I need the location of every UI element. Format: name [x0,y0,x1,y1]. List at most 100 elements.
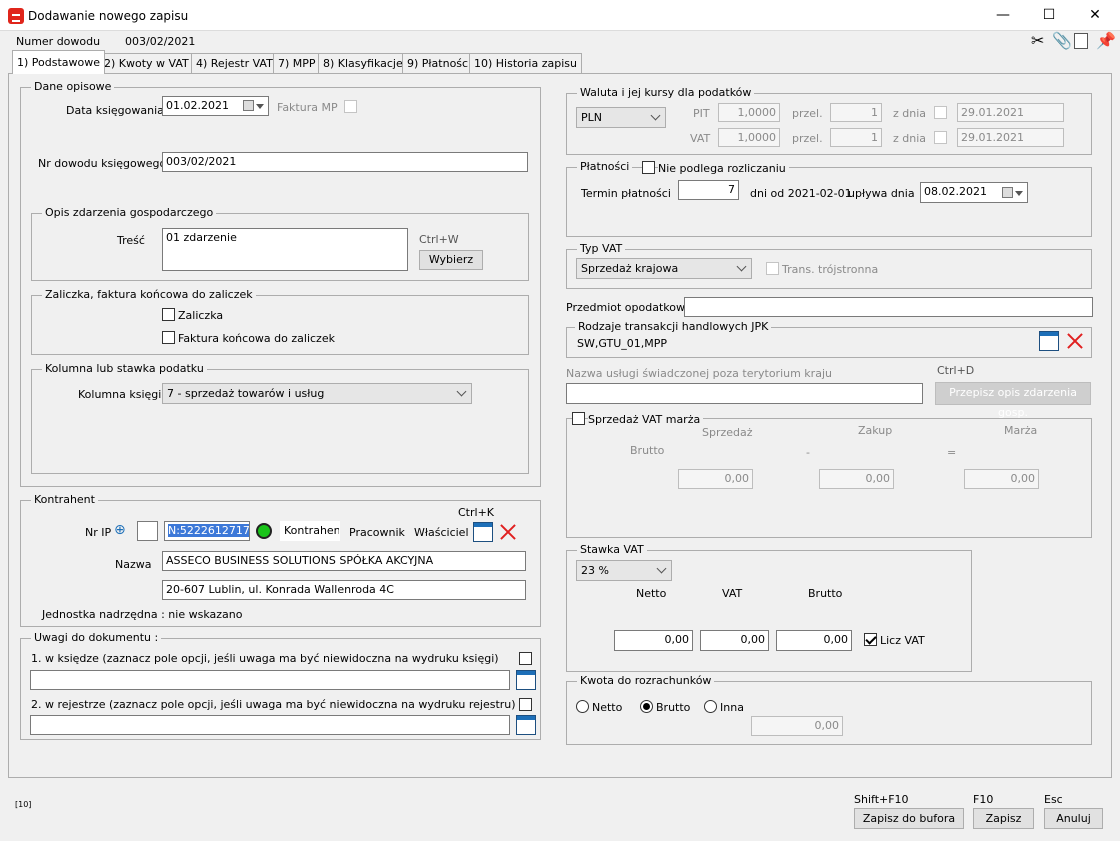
vat-przel-input[interactable]: 1 [830,128,882,147]
nazwa-input[interactable]: ASSECO BUSINESS SOLUTIONS SPÓŁKA AKCYJNA [162,551,526,571]
esc-shortcut: Esc [1044,793,1063,806]
clear-x-icon[interactable] [498,522,518,542]
brutto-radio-label: Brutto [656,701,691,714]
nr-dowodu-input[interactable]: 003/02/2021 [162,152,528,172]
tresc-textarea[interactable]: 01 zdarzenie [162,228,408,271]
brutto-radio[interactable] [640,700,653,713]
calendar-icon[interactable] [1002,187,1013,198]
uwagi-line1-checkbox[interactable] [519,652,532,665]
pit-label: PIT [693,107,710,120]
maximize-button[interactable]: ☐ [1026,0,1072,30]
nazwa-uslugi-label: Nazwa usługi świadczonej poza terytorium… [566,367,832,380]
tab-kwoty-vat[interactable]: 2) Kwoty w VAT [99,53,194,73]
close-button[interactable]: ✕ [1072,0,1118,30]
kwota-input[interactable]: 0,00 [751,716,843,736]
nazwa-uslugi-input[interactable] [566,383,923,404]
inna-radio-label: Inna [720,701,744,714]
dropdown-arrow-icon[interactable] [1015,191,1023,196]
nrip-prefix-input[interactable] [137,521,158,541]
pit-rate-input[interactable]: 1,0000 [718,103,780,122]
zapisz-button[interactable]: Zapisz [973,808,1034,829]
date-value: 01.02.2021 [166,99,229,112]
tab-mpp[interactable]: 7) MPP [273,53,321,73]
vat-input[interactable]: 0,00 [700,630,769,651]
address-input[interactable]: 20-607 Lublin, ul. Konrada Wallenroda 4C [162,580,526,600]
licz-vat-checkbox[interactable] [864,633,877,646]
zaliczka-checkbox[interactable] [162,308,175,321]
clear-x-icon[interactable] [1065,331,1085,351]
vat-col-label: VAT [722,587,743,600]
paperclip-icon[interactable]: 📎 [1052,31,1072,50]
currency-select[interactable]: PLN [576,107,666,128]
pit-date-input[interactable]: 29.01.2021 [957,103,1064,122]
faktura-koncowa-checkbox[interactable] [162,331,175,344]
typ-vat-select[interactable]: Sprzedaż krajowa [576,258,752,279]
sprzedaz-col: Sprzedaż [702,426,753,439]
group-title: Zaliczka, faktura końcowa do zaliczek [42,288,256,301]
inna-radio[interactable] [704,700,717,713]
kontrahent-type-selected[interactable]: Kontrahent [280,521,340,541]
f10-shortcut: F10 [973,793,994,806]
netto-input[interactable]: 0,00 [614,630,693,651]
przedmiot-label: Przedmiot opodatkow. [566,301,688,314]
zapisz-do-bufora-button[interactable]: Zapisz do bufora [854,808,964,829]
przedmiot-input[interactable] [684,297,1093,317]
stawka-select[interactable]: 23 % [576,560,672,581]
address-value: 20-607 Lublin, ul. Konrada Wallenroda 4C [166,583,394,596]
marza-sprzedaz-input[interactable]: 0,00 [678,469,753,489]
group-title: Rodzaje transakcji handlowych JPK [575,320,772,333]
minimize-button[interactable]: — [980,0,1026,30]
window-icon[interactable] [473,522,493,542]
wybierz-button[interactable]: Wybierz [419,250,483,270]
pit-przel-input[interactable]: 1 [830,103,882,122]
pracownik-option[interactable]: Pracownik [349,526,405,539]
uwagi-line1-input[interactable] [30,670,510,690]
globe-icon[interactable]: ⊕ [114,522,130,538]
nie-podlega-checkbox[interactable] [642,161,655,174]
jednostka-label: Jednostka nadrzędna : nie wskazano [42,608,243,621]
pin-icon[interactable]: 📌 [1096,31,1116,50]
scissors-icon[interactable]: ✂ [1031,31,1044,50]
uwagi-line1-label: 1. w księdze (zaznacz pole opcji, jeśli … [31,652,499,665]
calendar-icon[interactable] [243,100,254,111]
nrip-input[interactable]: N:5222612717 [164,521,250,541]
przepisz-button[interactable]: Przepisz opis zdarzenia gosp. [935,382,1091,419]
tab-historia[interactable]: 10) Historia zapisu [469,53,582,73]
marza-checkbox[interactable] [572,412,585,425]
tab-platnosci[interactable]: 9) Płatności [402,53,477,73]
brutto-input[interactable]: 0,00 [776,630,852,651]
marza-wartosc-input[interactable]: 0,00 [964,469,1039,489]
currency-value: PLN [581,111,602,124]
tab-podstawowe[interactable]: 1) Podstawowe [12,50,106,74]
dni-od-label: dni od 2021-02-01 [750,187,852,200]
anuluj-button[interactable]: Anuluj [1044,808,1103,829]
nazwa-label: Nazwa [115,558,152,571]
dropdown-arrow-icon[interactable] [256,104,264,109]
wlasciciel-option[interactable]: Właściciel [414,526,469,539]
przel-label-1: przel. [792,107,823,120]
uplywa-label: upływa dnia [848,187,915,200]
tab-rejestr-vat[interactable]: 4) Rejestr VAT [191,53,278,73]
tresc-value: 01 zdarzenie [166,231,237,244]
termin-input[interactable]: 7 [678,180,739,200]
uwagi-line2-input[interactable] [30,715,510,735]
vat-date-input[interactable]: 29.01.2021 [957,128,1064,147]
marza-zakup-input[interactable]: 0,00 [819,469,894,489]
tab-klasyfikacje[interactable]: 8) Klasyfikacje [318,53,408,73]
netto-radio[interactable] [576,700,589,713]
faktura-mp-checkbox[interactable] [344,100,357,113]
window-icon[interactable] [516,715,536,735]
vat-rate-input[interactable]: 1,0000 [718,128,780,147]
group-title: Kwota do rozrachunków [577,674,715,687]
doc-number-value: 003/02/2021 [125,35,196,48]
marza-col: Marża [1004,424,1038,437]
window-icon[interactable] [516,670,536,690]
group-title: Stawka VAT [577,543,647,556]
vat-date-checkbox[interactable] [934,131,947,144]
uwagi-line2-checkbox[interactable] [519,698,532,711]
report-icon[interactable] [1074,33,1088,49]
trans-checkbox[interactable] [766,262,779,275]
kolumna-select[interactable]: 7 - sprzedaż towarów i usług [162,383,472,404]
window-icon[interactable] [1039,331,1059,351]
pit-date-checkbox[interactable] [934,106,947,119]
